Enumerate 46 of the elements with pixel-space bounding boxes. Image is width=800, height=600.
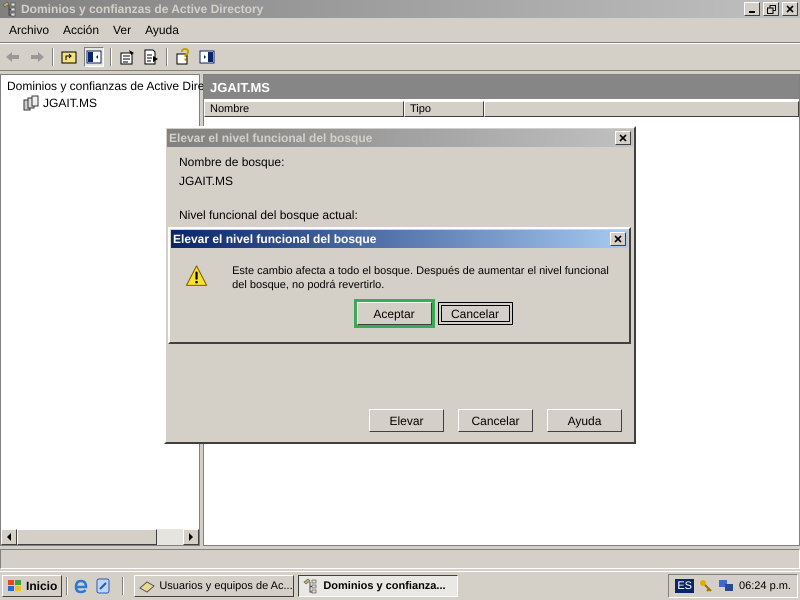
export-icon[interactable] xyxy=(142,48,160,66)
document-icon[interactable] xyxy=(94,577,112,595)
domain-icon xyxy=(22,94,40,110)
field-value: JGAIT.MS xyxy=(179,174,234,188)
field-label: Nombre de bosque: xyxy=(179,155,286,169)
dialog-button[interactable]: Ayuda xyxy=(547,409,622,432)
dialog-title: Elevar el nivel funcional del bosque xyxy=(173,232,378,246)
tree-item[interactable]: Dominios y confianzas de Active Dire xyxy=(7,78,204,92)
column-header[interactable]: Tipo xyxy=(404,101,484,117)
close-icon xyxy=(614,235,622,243)
language-indicator[interactable]: ES xyxy=(675,579,694,593)
close-button[interactable] xyxy=(610,232,626,246)
dialog-button[interactable]: Cancelar xyxy=(458,409,533,432)
restore-icon xyxy=(766,4,776,14)
alert-message: Este cambio afecta a todo el bosque. Después de aumentar el nivel funcional del bosque, no podrá revertirlo. xyxy=(232,264,610,292)
dialog-button[interactable]: Cancelar xyxy=(438,302,512,325)
browser-icon[interactable] xyxy=(72,577,90,595)
panel-icon[interactable] xyxy=(84,47,104,67)
menu-item[interactable]: Acción xyxy=(58,22,104,38)
windows-logo-icon xyxy=(7,579,23,593)
column-header[interactable]: Nombre xyxy=(204,101,404,117)
taskbar-button[interactable]: Usuarios y equipos de Ac... xyxy=(134,575,294,597)
pane-title: JGAIT.MS xyxy=(204,75,799,99)
field-label: Nivel funcional del bosque actual: xyxy=(179,208,359,222)
clock: 06:24 p.m. xyxy=(739,580,791,592)
start-button[interactable]: Inicio xyxy=(2,575,62,597)
app-icon xyxy=(2,1,18,17)
network-icon[interactable] xyxy=(718,579,734,593)
window-title: Dominios y confianzas de Active Directory xyxy=(21,2,264,16)
key-icon[interactable] xyxy=(699,579,714,593)
menu-item[interactable]: Archivo xyxy=(4,22,54,38)
dialog-button[interactable]: Elevar xyxy=(369,409,444,432)
tree-item[interactable]: JGAIT.MS xyxy=(43,96,98,110)
pane-toggle-icon[interactable] xyxy=(198,48,216,66)
horizontal-scrollbar[interactable] xyxy=(1,529,199,545)
help-icon[interactable] xyxy=(174,48,192,66)
properties-icon[interactable] xyxy=(118,48,136,66)
close-icon xyxy=(786,5,794,13)
menu-item[interactable]: Ayuda xyxy=(140,22,184,38)
taskbar-button[interactable]: Dominios y confianza... xyxy=(298,575,458,597)
close-icon xyxy=(619,134,627,142)
app-icon xyxy=(303,578,320,594)
menu-item[interactable]: Ver xyxy=(108,22,136,38)
right-arrow-icon[interactable] xyxy=(188,533,194,541)
dialog-title: Elevar el nivel funcional del bosque xyxy=(169,131,374,145)
left-arrow-icon[interactable] xyxy=(6,533,12,541)
